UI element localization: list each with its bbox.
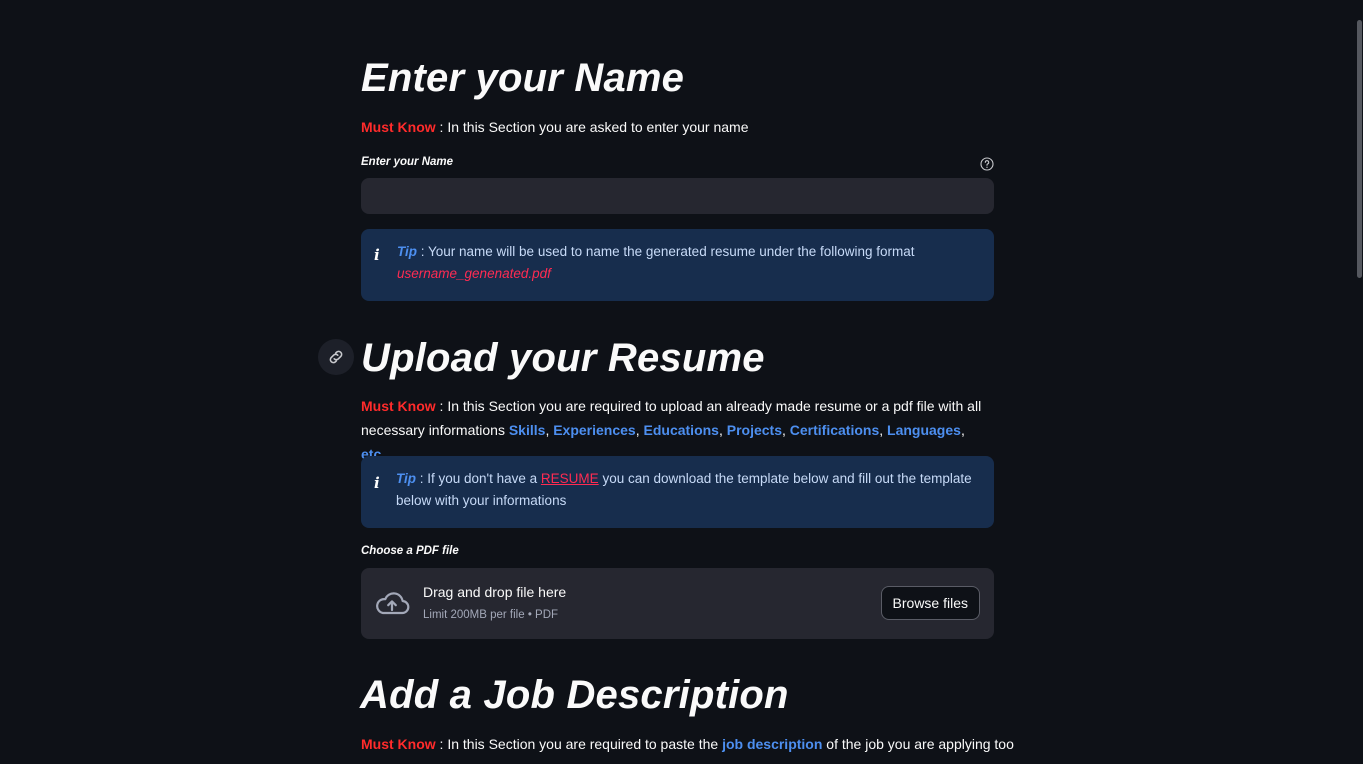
tip-text-before: : If you don't have a bbox=[416, 471, 541, 486]
highlight-projects: Projects bbox=[726, 422, 782, 438]
dropzone-limit: Limit 200MB per file • PDF bbox=[423, 609, 559, 621]
must-know-label: Must Know bbox=[361, 736, 436, 752]
highlight-educations: Educations bbox=[643, 422, 719, 438]
tip-label: Tip bbox=[397, 244, 417, 259]
highlight-skills: Skills bbox=[508, 422, 546, 438]
scrollbar-thumb[interactable] bbox=[1357, 20, 1362, 278]
must-know-text: : In this Section you are required to pa… bbox=[435, 736, 723, 752]
dropzone-title: Drag and drop file here bbox=[423, 584, 567, 600]
name-input-label: Enter your Name bbox=[361, 156, 454, 168]
scrollbar[interactable] bbox=[1355, 0, 1363, 764]
cloud-upload-icon bbox=[376, 592, 410, 615]
name-input[interactable] bbox=[361, 178, 994, 214]
heading-upload-resume: Upload your Resume bbox=[361, 336, 765, 380]
heading-anchor-link[interactable] bbox=[318, 339, 354, 375]
info-icon: i bbox=[374, 246, 380, 264]
resume-tip-box: i Tip : If you don't have a RESUME you c… bbox=[361, 456, 994, 528]
must-know-text: : In this Section you are asked to enter… bbox=[435, 119, 749, 135]
highlight-certifications: Certifications bbox=[789, 422, 880, 438]
info-icon: i bbox=[374, 474, 380, 492]
pdf-upload-label: Choose a PDF file bbox=[361, 545, 459, 557]
highlight-languages: Languages bbox=[887, 422, 961, 438]
tip-label: Tip bbox=[396, 471, 416, 486]
must-know-name-paragraph: Must Know : In this Section you are aske… bbox=[361, 115, 994, 139]
tip-format: username_genenated.pdf bbox=[397, 266, 551, 281]
help-circle-icon[interactable] bbox=[980, 157, 994, 171]
name-tip-box: i Tip : Your name will be used to name t… bbox=[361, 229, 994, 301]
must-know-job-paragraph: Must Know : In this Section you are requ… bbox=[361, 732, 1014, 756]
resume-link[interactable]: RESUME bbox=[541, 471, 599, 486]
must-know-text-after: of the job you are applying too bbox=[822, 736, 1014, 752]
link-icon bbox=[329, 350, 343, 364]
must-know-label: Must Know bbox=[361, 119, 436, 135]
file-dropzone[interactable]: Drag and drop file here Limit 200MB per … bbox=[361, 568, 994, 639]
browse-files-button[interactable]: Browse files bbox=[880, 586, 980, 620]
tip-text: : Your name will be used to name the gen… bbox=[417, 244, 915, 259]
heading-enter-name: Enter your Name bbox=[361, 56, 685, 100]
must-know-label: Must Know bbox=[361, 398, 436, 414]
highlight-experiences: Experiences bbox=[553, 422, 636, 438]
heading-job-description: Add a Job Description bbox=[360, 673, 789, 717]
highlight-job-description: job description bbox=[722, 736, 823, 752]
